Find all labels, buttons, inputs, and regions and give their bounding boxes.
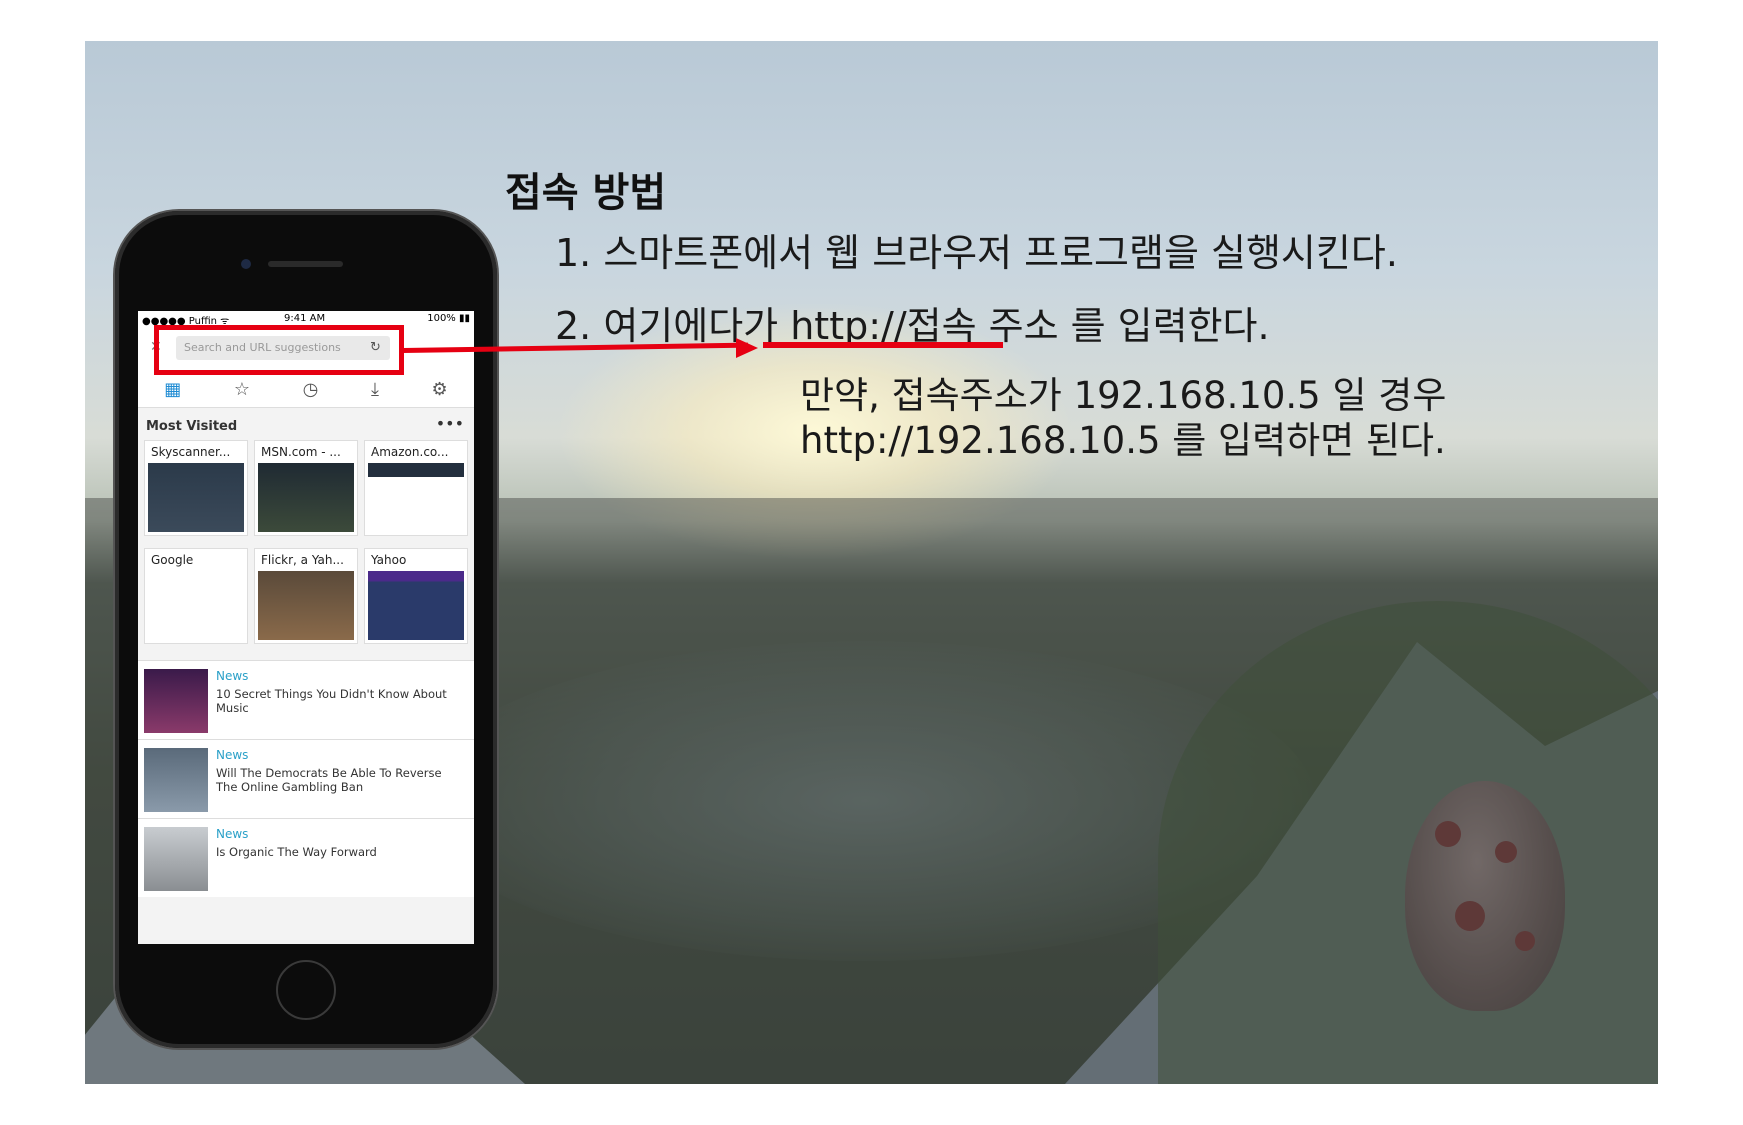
tile-title: Yahoo <box>371 553 407 567</box>
grid-icon[interactable]: ▦ <box>164 379 181 400</box>
most-visited-label: Most Visited <box>146 419 238 434</box>
battery-text: 100% ▮▮ <box>427 313 470 324</box>
news-category: News <box>216 827 249 841</box>
news-thumbnail <box>144 748 208 812</box>
home-button[interactable] <box>276 960 336 1020</box>
clock-text: 9:41 AM <box>284 313 326 324</box>
tile-title: Amazon.co... <box>371 445 449 459</box>
earpiece-speaker <box>268 261 343 267</box>
tile-google[interactable]: Google <box>144 548 248 644</box>
most-visited-tiles: Skyscanner... MSN.com - ... Amazon.co...… <box>138 440 474 660</box>
slide-title: 접속 방법 <box>505 170 667 216</box>
pointer-arrow-head <box>736 338 758 358</box>
browser-toolbar: ▦ ☆ ◷ ⤓ ⚙ <box>138 371 474 408</box>
note-line-2: http://192.168.10.5 를 입력하면 된다. <box>800 419 1446 462</box>
gear-icon[interactable]: ⚙ <box>432 379 448 400</box>
step-1-text: 1. 스마트폰에서 웹 브라우저 프로그램을 실행시킨다. <box>555 231 1398 275</box>
url-bar-highlight <box>154 325 404 375</box>
news-thumbnail <box>144 827 208 891</box>
tile-skyscanner[interactable]: Skyscanner... <box>144 440 248 536</box>
address-underline <box>763 342 1003 348</box>
tile-flickr[interactable]: Flickr, a Yah... <box>254 548 358 644</box>
tile-title: Google <box>151 553 194 567</box>
news-headline: Will The Democrats Be Able To Reverse Th… <box>216 766 442 794</box>
tile-msn[interactable]: MSN.com - ... <box>254 440 358 536</box>
more-icon[interactable]: ••• <box>436 414 464 433</box>
most-visited-header: Most Visited ••• <box>138 408 474 440</box>
news-category: News <box>216 748 249 762</box>
news-item[interactable]: News Is Organic The Way Forward <box>138 818 474 897</box>
news-item[interactable]: News Will The Democrats Be Able To Rever… <box>138 739 474 818</box>
front-camera <box>241 259 251 269</box>
news-headline: 10 Secret Things You Didn't Know About M… <box>216 687 447 715</box>
news-item[interactable]: News 10 Secret Things You Didn't Know Ab… <box>138 660 474 739</box>
news-category: News <box>216 669 249 683</box>
phone-screen: ●●●●● Puffin ᯤ 9:41 AM 100% ▮▮ ✕ Search … <box>138 311 474 944</box>
news-headline: Is Organic The Way Forward <box>216 845 377 859</box>
download-icon[interactable]: ⤓ <box>371 379 379 400</box>
tile-yahoo[interactable]: Yahoo <box>364 548 468 644</box>
news-thumbnail <box>144 669 208 733</box>
tile-title: Skyscanner... <box>151 445 231 459</box>
tile-title: Flickr, a Yah... <box>261 553 344 567</box>
tile-title: MSN.com - ... <box>261 445 341 459</box>
tile-amazon[interactable]: Amazon.co... <box>364 440 468 536</box>
star-icon[interactable]: ☆ <box>234 379 250 400</box>
clock-icon[interactable]: ◷ <box>303 379 319 400</box>
